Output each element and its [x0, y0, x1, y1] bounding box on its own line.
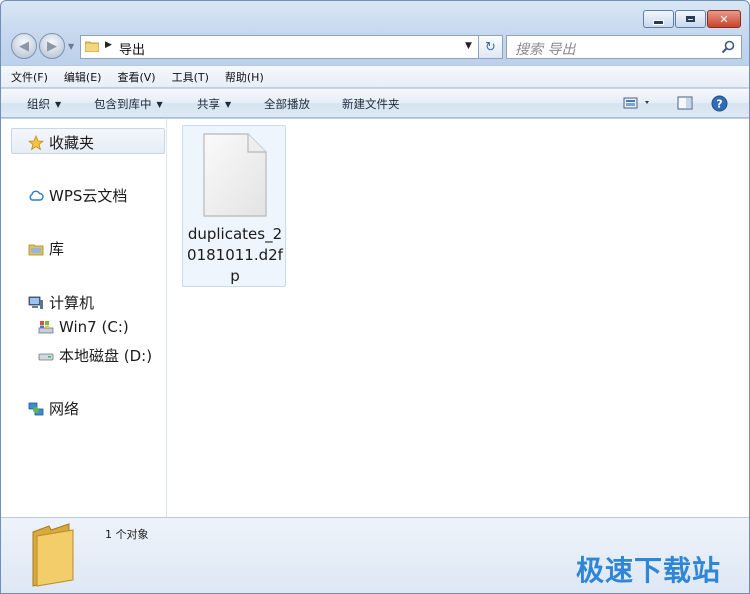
system-drive-icon	[38, 321, 54, 334]
nav-drive-d[interactable]: 本地磁盘 (D:)	[38, 345, 152, 366]
cloud-icon	[29, 190, 44, 201]
change-view-icon[interactable]	[623, 95, 653, 111]
share-button[interactable]: 共享 ▼	[197, 96, 231, 112]
nav-drive-c[interactable]: Win7 (C:)	[38, 318, 129, 336]
back-button[interactable]: ◀	[11, 33, 37, 59]
search-placeholder: 搜索 导出	[515, 42, 576, 58]
refresh-button[interactable]: ↻	[479, 35, 503, 59]
address-history-dropdown[interactable]: ▼	[465, 41, 472, 51]
address-bar[interactable]: ▶ 导出 ▼	[80, 35, 479, 59]
caption-buttons: ✕	[643, 10, 741, 28]
nav-wps-cloud[interactable]: WPS云文档	[28, 185, 127, 206]
maximize-button[interactable]	[675, 10, 706, 28]
menu-edit[interactable]: 编辑(E)	[64, 69, 102, 85]
nav-network[interactable]: 网络	[28, 398, 79, 419]
nav-libraries[interactable]: 库	[28, 238, 64, 259]
nav-computer[interactable]: 计算机	[28, 292, 94, 313]
play-all-button[interactable]: 全部播放	[264, 96, 310, 112]
address-row: ◀ ▶ ▼ ▶ 导出 ▼ ↻ 搜索 导出	[9, 33, 743, 61]
share-label: 共享	[197, 97, 220, 111]
navigation-pane: 收藏夹 WPS云文档 库 计算机 Win7 (C:) 本地磁盘 (D:) 网络	[1, 119, 167, 517]
command-bar: 组织 ▼ 包含到库中 ▼ 共享 ▼ 全部播放 新建文件夹 ?	[1, 88, 749, 118]
search-icon[interactable]	[721, 40, 735, 54]
file-item[interactable]: duplicates_20181011.d2fp	[182, 125, 286, 287]
star-icon	[28, 134, 44, 150]
item-count: 1 个对象	[105, 528, 149, 541]
nav-libraries-label: 库	[49, 240, 65, 258]
close-button[interactable]: ✕	[707, 10, 741, 28]
menu-file[interactable]: 文件(F)	[11, 69, 48, 85]
chevron-down-icon: ▼	[225, 100, 232, 109]
hard-drive-icon	[38, 353, 54, 360]
computer-icon	[28, 296, 43, 309]
nav-favorites[interactable]: 收藏夹	[28, 132, 94, 153]
explorer-window: ✕ ◀ ▶ ▼ ▶ 导出 ▼ ↻ 搜索 导出 文件(F) 编辑(E) 查看(V)	[0, 0, 750, 594]
site-watermark: 极速下载站	[576, 554, 722, 587]
forward-button[interactable]: ▶	[39, 33, 65, 59]
new-folder-button[interactable]: 新建文件夹	[342, 96, 400, 112]
recent-pages-dropdown[interactable]: ▼	[68, 42, 74, 51]
menu-help[interactable]: 帮助(H)	[225, 69, 264, 85]
chevron-down-icon: ▼	[156, 100, 163, 109]
chevron-down-icon: ▼	[55, 100, 62, 109]
generic-document-icon	[203, 133, 267, 217]
nav-computer-label: 计算机	[49, 294, 95, 312]
back-arrow-icon: ◀	[19, 38, 29, 54]
preview-pane-icon[interactable]	[677, 95, 693, 111]
minimize-button[interactable]	[643, 10, 674, 28]
menu-tools[interactable]: 工具(T)	[172, 69, 209, 85]
help-glyph: ?	[716, 98, 722, 111]
help-icon[interactable]: ?	[711, 95, 728, 112]
file-list: duplicates_20181011.d2fp	[168, 119, 749, 517]
forward-arrow-icon: ▶	[47, 38, 57, 54]
include-in-library-button[interactable]: 包含到库中 ▼	[94, 96, 163, 112]
breadcrumb-separator-icon[interactable]: ▶	[105, 40, 112, 50]
minimize-icon	[653, 19, 664, 25]
content-area: 收藏夹 WPS云文档 库 计算机 Win7 (C:) 本地磁盘 (D:) 网络 …	[1, 119, 749, 517]
file-name: duplicates_20181011.d2fp	[187, 225, 283, 285]
nav-drive-d-label: 本地磁盘 (D:)	[59, 347, 153, 365]
nav-wps-cloud-label: WPS云文档	[49, 187, 128, 205]
nav-drive-c-label: Win7 (C:)	[59, 318, 129, 336]
close-icon: ✕	[719, 12, 729, 26]
refresh-icon: ↻	[485, 39, 496, 55]
organize-button[interactable]: 组织 ▼	[27, 96, 61, 112]
network-icon	[28, 402, 44, 415]
breadcrumb-current[interactable]: 导出	[119, 39, 145, 58]
details-pane: 1 个对象 极速下载站	[1, 517, 749, 593]
maximize-icon	[686, 16, 695, 22]
nav-network-label: 网络	[49, 400, 80, 418]
organize-label: 组织	[27, 97, 50, 111]
folder-icon	[32, 523, 74, 587]
menu-bar: 文件(F) 编辑(E) 查看(V) 工具(T) 帮助(H)	[1, 65, 749, 87]
folder-icon	[85, 41, 99, 52]
nav-favorites-label: 收藏夹	[49, 134, 95, 152]
library-icon	[28, 244, 44, 255]
search-input[interactable]: 搜索 导出	[506, 35, 742, 59]
include-in-library-label: 包含到库中	[94, 97, 152, 111]
menu-view[interactable]: 查看(V)	[117, 69, 155, 85]
